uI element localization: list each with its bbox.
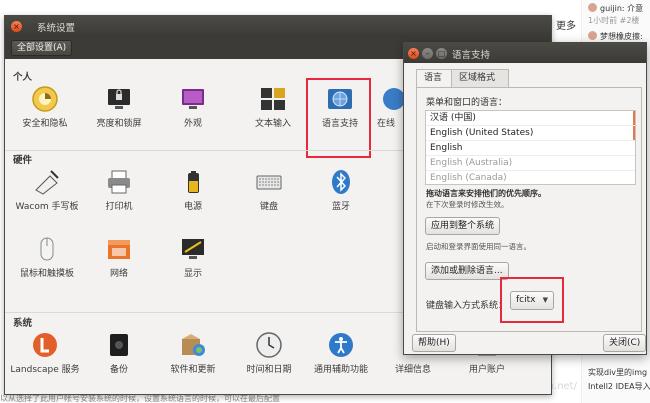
security-icon: [30, 84, 60, 114]
network-item[interactable]: 网络: [81, 234, 157, 280]
tab-language[interactable]: 语言: [416, 69, 452, 88]
appearance-icon: [178, 84, 208, 114]
list-item[interactable]: English (Australia): [426, 156, 635, 171]
keyboard-icon: [254, 167, 284, 197]
all-settings-button[interactable]: 全部设置(A): [11, 40, 73, 56]
section-personal: 个人: [13, 72, 33, 83]
comment-author[interactable]: guijin: 介意: [600, 3, 643, 14]
close-icon[interactable]: ×: [408, 48, 419, 59]
minimize-icon[interactable]: –: [422, 48, 433, 59]
maximize-icon[interactable]: □: [436, 48, 447, 59]
avatar: [588, 3, 597, 12]
avatar: [588, 31, 597, 40]
security-privacy-item[interactable]: 安全和隐私: [7, 84, 83, 130]
related-article-link[interactable]: 实现div里的img: [588, 367, 647, 378]
window-title: 系统设置: [37, 23, 76, 34]
lock-screen-icon: [104, 84, 134, 114]
titlebar: × 系统设置: [5, 16, 551, 37]
printer-icon: [104, 167, 134, 197]
display-icon: [178, 234, 208, 264]
tab-regional-formats[interactable]: 区域格式: [451, 69, 509, 88]
printer-item[interactable]: 打印机: [81, 167, 157, 213]
mouse-icon: [32, 234, 62, 264]
menu-language-label: 菜单和窗口的语言：: [426, 98, 508, 108]
dialog-title: 语言支持: [452, 50, 491, 61]
bluetooth-icon: [326, 167, 356, 197]
apply-hint: 启动和登录界面使用同一语言。: [426, 242, 531, 251]
language-support-highlight: [306, 78, 371, 158]
effect-hint: 在下次登录时修改生效。: [426, 200, 509, 209]
section-system: 系统: [13, 318, 33, 329]
install-remove-languages-button[interactable]: 添加或删除语言...: [425, 262, 509, 280]
more-link[interactable]: 更多: [556, 17, 576, 32]
drag-hint: 拖动语言来安排他们的优先顺序。: [426, 189, 546, 198]
power-item[interactable]: 电源: [155, 167, 231, 213]
network-icon: [104, 234, 134, 264]
backup-icon: [104, 330, 134, 360]
accessibility-icon: [326, 330, 356, 360]
comment-author[interactable]: 梦想橡皮擦:: [600, 31, 643, 42]
section-hardware: 硬件: [13, 155, 33, 166]
comment-time: 1小时前 #2楼: [588, 16, 640, 25]
language-support-dialog: × – □ 语言支持 语言 区域格式 菜单和窗口的语言： 汉语 (中国) Eng…: [403, 42, 647, 355]
list-item[interactable]: English (Canada): [426, 171, 635, 184]
appearance-item[interactable]: 外观: [155, 84, 231, 130]
clock-icon: [254, 330, 284, 360]
accessibility-item[interactable]: 通用辅助功能: [303, 330, 379, 376]
close-button[interactable]: 关闭(C): [603, 334, 647, 352]
display-item[interactable]: 显示: [155, 234, 231, 280]
list-item[interactable]: English (United States): [426, 126, 635, 141]
background-page-header: [0, 0, 650, 11]
list-item[interactable]: English: [426, 141, 635, 156]
related-article-link[interactable]: Intell2 IDEA导入: [588, 381, 650, 392]
bluetooth-item[interactable]: 蓝牙: [303, 167, 379, 213]
wacom-item[interactable]: Wacom 手写板: [9, 167, 85, 213]
landscape-icon: [30, 330, 60, 360]
help-button[interactable]: 帮助(H): [412, 334, 456, 352]
dialog-titlebar: × – □ 语言支持: [404, 43, 646, 63]
language-list[interactable]: 汉语 (中国) English (United States) English …: [425, 110, 636, 185]
software-icon: [178, 330, 208, 360]
backup-item[interactable]: 备份: [81, 330, 157, 376]
mouse-touchpad-item[interactable]: 鼠标和触摸板: [9, 234, 85, 280]
time-date-item[interactable]: 时间和日期: [231, 330, 307, 376]
text-input-item[interactable]: 文本输入: [235, 84, 311, 130]
brightness-lock-item[interactable]: 亮度和锁屏: [81, 84, 157, 130]
keyboard-input-label: 键盘输入方式系统：: [426, 301, 508, 311]
keyboard-item[interactable]: 键盘: [231, 167, 307, 213]
software-updates-item[interactable]: 软件和更新: [155, 330, 231, 376]
battery-icon: [178, 167, 208, 197]
wacom-tablet-icon: [32, 167, 62, 197]
close-icon[interactable]: ×: [11, 21, 22, 32]
landscape-item[interactable]: Landscape 服务: [7, 330, 83, 376]
apply-system-wide-button[interactable]: 应用到整个系统: [425, 217, 501, 235]
keyboard-input-highlight: [500, 277, 564, 323]
list-item[interactable]: 汉语 (中国): [426, 111, 635, 126]
text-input-icon: [258, 84, 288, 114]
